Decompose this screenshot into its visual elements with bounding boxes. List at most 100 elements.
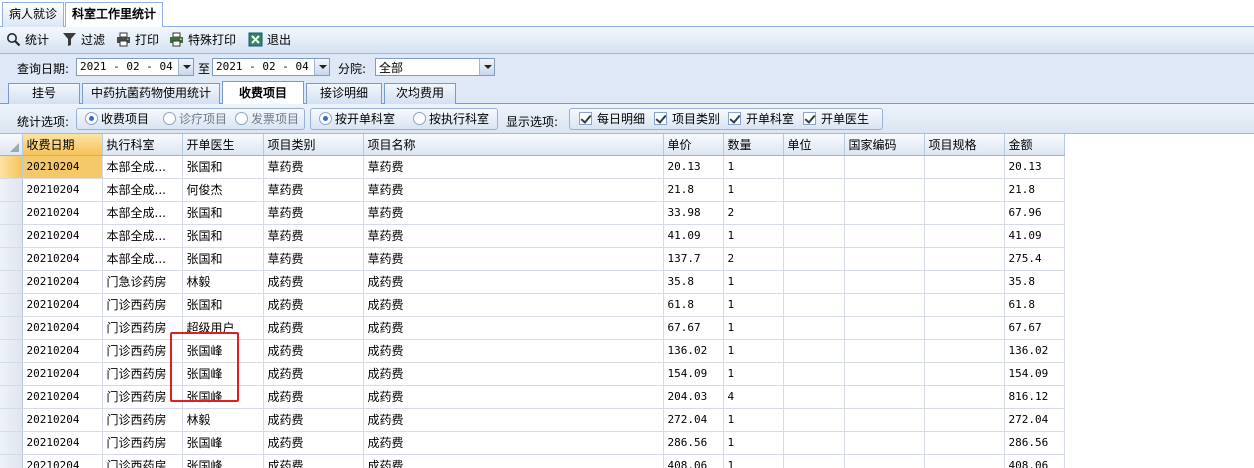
table-cell[interactable] xyxy=(783,408,845,432)
table-cell[interactable]: 何俊杰 xyxy=(182,178,264,202)
table-cell[interactable] xyxy=(783,316,845,340)
column-header[interactable]: 数量 xyxy=(723,134,784,156)
table-cell[interactable] xyxy=(783,362,845,386)
column-header[interactable]: 单价 xyxy=(663,134,724,156)
table-cell[interactable]: 成药费 xyxy=(363,431,664,455)
table-cell[interactable] xyxy=(844,454,925,468)
table-cell[interactable] xyxy=(783,224,845,248)
row-header[interactable] xyxy=(0,339,23,363)
table-cell[interactable] xyxy=(844,201,925,225)
table-cell[interactable]: 张国和 xyxy=(182,247,264,271)
checkbox-ordering-dept[interactable]: 开单科室 xyxy=(728,112,794,127)
table-cell[interactable] xyxy=(924,408,1005,432)
table-cell[interactable] xyxy=(844,224,925,248)
table-cell[interactable]: 275.4 xyxy=(1004,247,1065,271)
table-cell[interactable]: 2 xyxy=(723,201,784,225)
table-cell[interactable]: 61.8 xyxy=(1004,293,1065,317)
table-cell[interactable] xyxy=(844,408,925,432)
table-cell[interactable] xyxy=(844,178,925,202)
table-cell[interactable]: 20210204 xyxy=(22,362,103,386)
chevron-down-icon[interactable] xyxy=(178,59,193,75)
table-cell[interactable] xyxy=(924,454,1005,468)
column-header[interactable]: 项目规格 xyxy=(924,134,1005,156)
table-cell[interactable]: 草药费 xyxy=(263,201,364,225)
table-cell[interactable] xyxy=(924,270,1005,294)
table-row[interactable]: 20210204 门诊西药房 张国峰 成药费 成药费 286.56 1 286.56 xyxy=(0,431,1065,455)
table-cell[interactable]: 本部全成... xyxy=(102,155,183,179)
table-cell[interactable] xyxy=(924,362,1005,386)
table-cell[interactable] xyxy=(924,155,1005,179)
table-cell[interactable]: 草药费 xyxy=(363,224,664,248)
table-cell[interactable]: 1 xyxy=(723,339,784,363)
table-cell[interactable]: 林毅 xyxy=(182,270,264,294)
checkbox-daily-detail[interactable]: 每日明细 xyxy=(579,112,645,127)
table-cell[interactable]: 张国和 xyxy=(182,201,264,225)
table-cell[interactable] xyxy=(924,247,1005,271)
chevron-down-icon[interactable] xyxy=(479,59,494,75)
table-cell[interactable]: 20210204 xyxy=(22,316,103,340)
table-cell[interactable]: 20210204 xyxy=(22,431,103,455)
table-cell[interactable]: 成药费 xyxy=(363,362,664,386)
table-row[interactable]: 20210204 本部全成... 何俊杰 草药费 草药费 21.8 1 21.8 xyxy=(0,178,1065,202)
row-header[interactable] xyxy=(0,178,23,202)
table-cell[interactable]: 35.8 xyxy=(1004,270,1065,294)
table-cell[interactable]: 408.06 xyxy=(1004,454,1065,468)
row-header[interactable] xyxy=(0,385,23,409)
table-cell[interactable]: 成药费 xyxy=(263,385,364,409)
table-cell[interactable]: 67.96 xyxy=(1004,201,1065,225)
table-cell[interactable]: 成药费 xyxy=(363,385,664,409)
table-row[interactable]: 20210204 本部全成... 张国和 草药费 草药费 137.7 2 275.4 xyxy=(0,247,1065,271)
checkbox-ordering-doctor[interactable]: 开单医生 xyxy=(803,112,869,127)
table-cell[interactable] xyxy=(844,247,925,271)
table-cell[interactable]: 272.04 xyxy=(1004,408,1065,432)
tab-patient-visit[interactable]: 病人就诊 xyxy=(2,2,65,27)
table-cell[interactable] xyxy=(924,293,1005,317)
table-cell[interactable]: 20210204 xyxy=(22,247,103,271)
table-cell[interactable] xyxy=(924,201,1005,225)
table-cell[interactable]: 门诊西药房 xyxy=(102,362,183,386)
table-row[interactable]: 20210204 门诊西药房 张国峰 成药费 成药费 154.09 1 154.09 xyxy=(0,362,1065,386)
table-cell[interactable]: 张国峰 xyxy=(182,385,264,409)
select-all-corner[interactable] xyxy=(0,134,23,156)
table-cell[interactable]: 林毅 xyxy=(182,408,264,432)
table-cell[interactable] xyxy=(783,293,845,317)
table-cell[interactable]: 门诊西药房 xyxy=(102,339,183,363)
table-cell[interactable]: 1 xyxy=(723,362,784,386)
tab-visit-details[interactable]: 接诊明细 xyxy=(306,83,382,104)
table-cell[interactable]: 门诊西药房 xyxy=(102,431,183,455)
table-cell[interactable] xyxy=(844,431,925,455)
radio-invoice-item[interactable]: 发票项目 xyxy=(235,112,299,127)
table-cell[interactable]: 张国和 xyxy=(182,155,264,179)
tab-tcm-antibiotic-usage[interactable]: 中药抗菌药物使用统计 xyxy=(82,83,220,104)
table-row[interactable]: 20210204 本部全成... 张国和 草药费 草药费 33.98 2 67.96 xyxy=(0,201,1065,225)
table-cell[interactable]: 1 xyxy=(723,224,784,248)
tab-charge-items[interactable]: 收费项目 xyxy=(222,81,304,105)
row-header[interactable] xyxy=(0,201,23,225)
table-cell[interactable]: 20210204 xyxy=(22,454,103,468)
stats-button[interactable]: 统计 xyxy=(6,31,49,51)
table-cell[interactable]: 1 xyxy=(723,270,784,294)
table-cell[interactable]: 154.09 xyxy=(663,362,724,386)
table-cell[interactable]: 1 xyxy=(723,178,784,202)
table-cell[interactable] xyxy=(924,178,1005,202)
special-print-button[interactable]: 特殊打印 xyxy=(169,31,236,51)
table-cell[interactable]: 成药费 xyxy=(263,454,364,468)
table-row[interactable]: 20210204 门诊西药房 超级用户 成药费 成药费 67.67 1 67.67 xyxy=(0,316,1065,340)
checkbox-item-category[interactable]: 项目类别 xyxy=(654,112,720,127)
column-header[interactable]: 金额 xyxy=(1004,134,1065,156)
radio-by-ordering-dept[interactable]: 按开单科室 xyxy=(319,112,395,127)
table-row[interactable]: 20210204 门诊西药房 林毅 成药费 成药费 272.04 1 272.04 xyxy=(0,408,1065,432)
table-cell[interactable] xyxy=(844,270,925,294)
table-cell[interactable]: 20210204 xyxy=(22,270,103,294)
column-header[interactable]: 执行科室 xyxy=(102,134,183,156)
column-header[interactable]: 开单医生 xyxy=(182,134,264,156)
radio-by-executing-dept[interactable]: 按执行科室 xyxy=(413,112,489,127)
table-cell[interactable]: 草药费 xyxy=(263,247,364,271)
table-cell[interactable]: 本部全成... xyxy=(102,224,183,248)
table-cell[interactable]: 67.67 xyxy=(1004,316,1065,340)
table-row[interactable]: 20210204 门诊西药房 张国和 成药费 成药费 61.8 1 61.8 xyxy=(0,293,1065,317)
table-cell[interactable]: 136.02 xyxy=(1004,339,1065,363)
row-header[interactable] xyxy=(0,270,23,294)
table-cell[interactable]: 137.7 xyxy=(663,247,724,271)
branch-select[interactable]: 全部 xyxy=(375,58,495,76)
